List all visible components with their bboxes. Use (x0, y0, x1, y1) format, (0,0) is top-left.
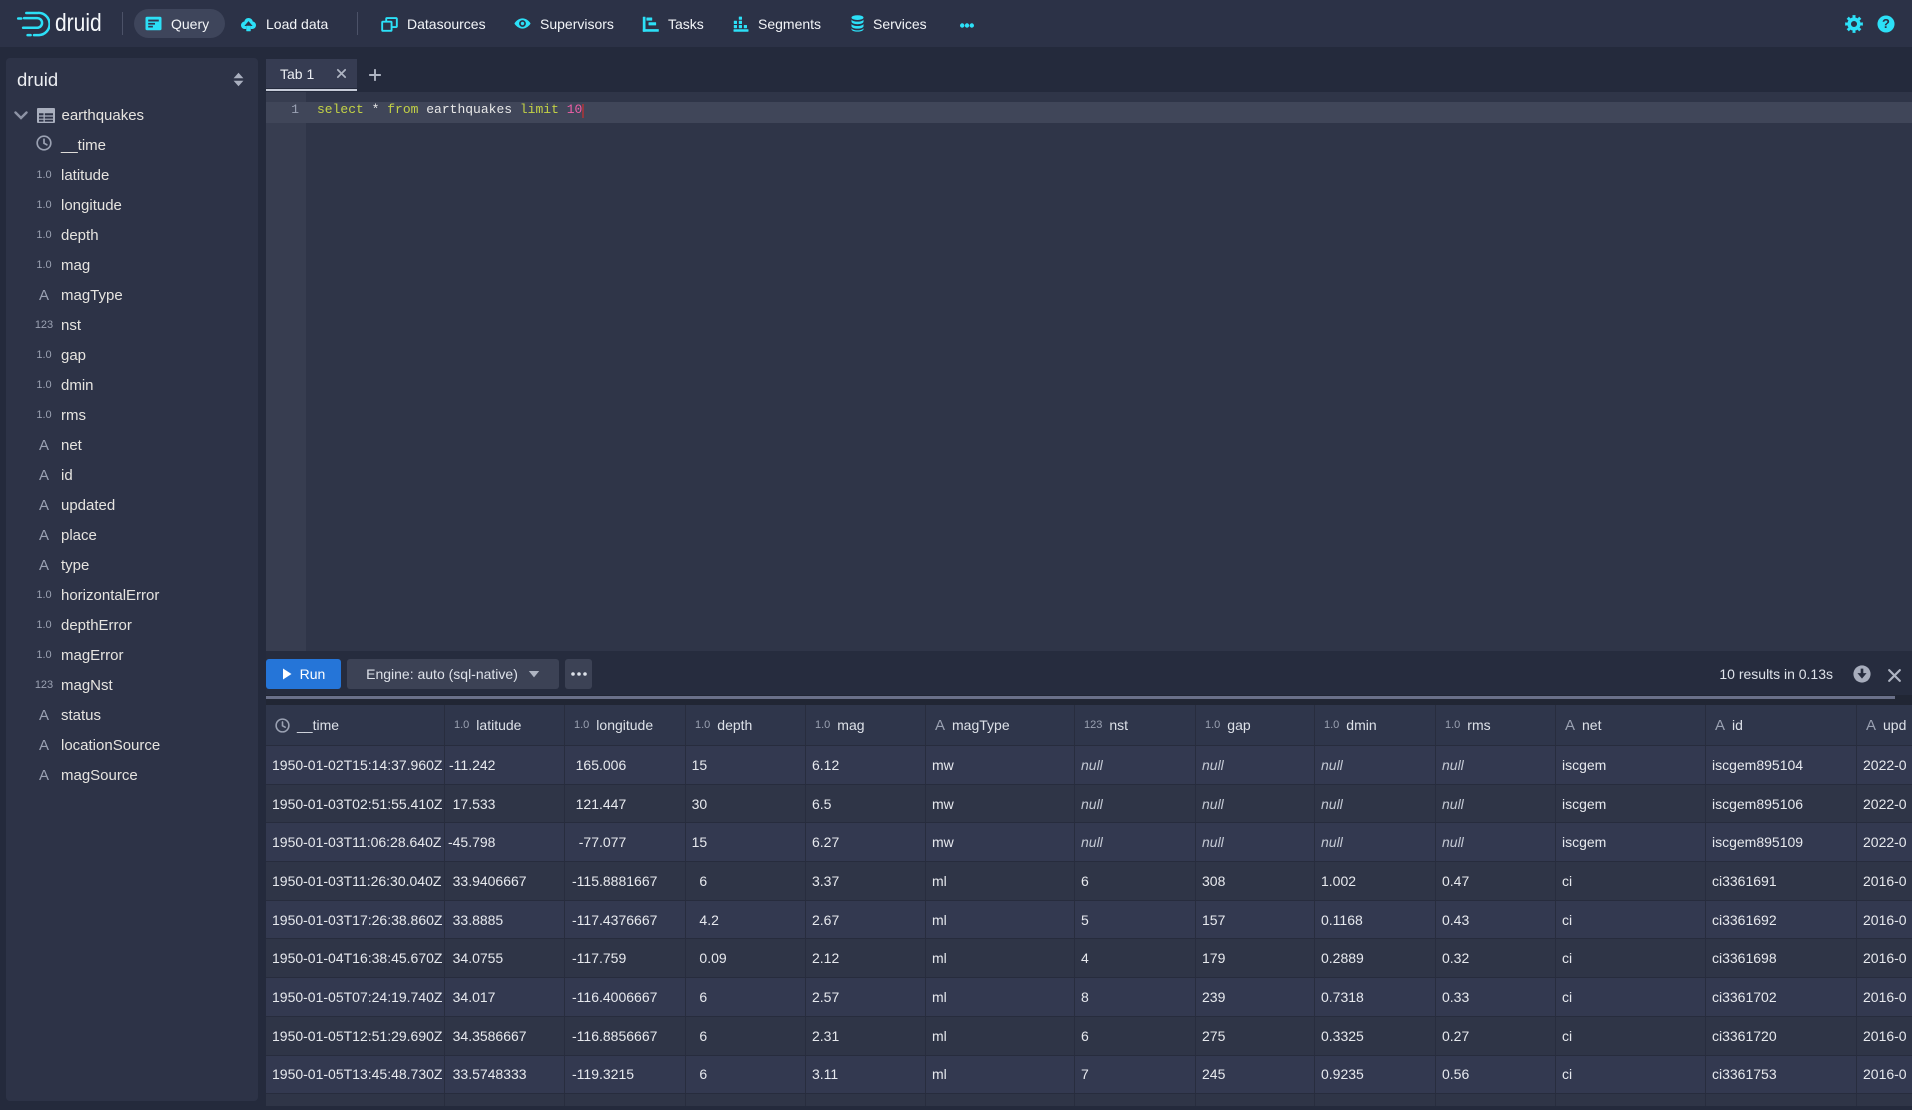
svg-text:?: ? (1882, 16, 1890, 31)
